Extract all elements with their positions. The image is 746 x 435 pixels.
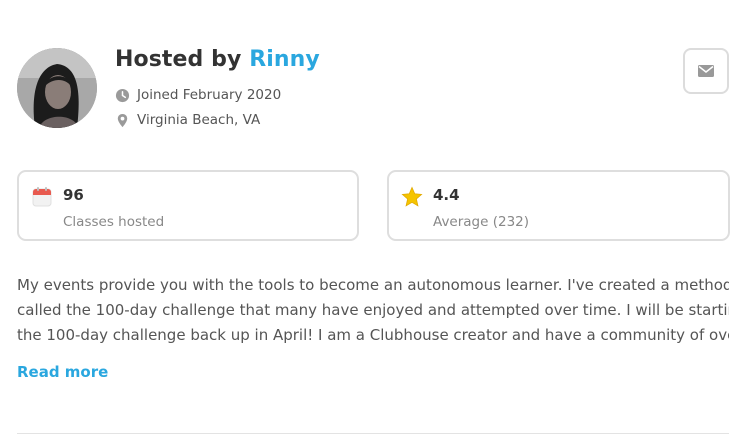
classes-hosted-label: Classes hosted <box>63 214 165 230</box>
host-title: Hosted by Rinny <box>115 47 320 72</box>
section-divider <box>17 433 729 434</box>
mail-icon <box>698 62 714 81</box>
classes-hosted-value: 96 <box>63 186 84 204</box>
joined-row: Joined February 2020 <box>115 87 281 103</box>
host-title-prefix: Hosted by <box>115 47 250 72</box>
avatar[interactable] <box>17 48 97 128</box>
calendar-icon <box>31 186 53 208</box>
rating-value: 4.4 <box>433 186 460 204</box>
star-icon <box>401 186 423 208</box>
host-bio: My events provide you with the tools to … <box>17 273 729 348</box>
bio-line: the 100-day challenge back up in April! … <box>17 326 729 344</box>
host-name-link[interactable]: Rinny <box>249 47 320 72</box>
bio-line: My events provide you with the tools to … <box>17 276 729 294</box>
read-more-link[interactable]: Read more <box>17 363 108 381</box>
map-pin-icon <box>115 113 130 128</box>
message-host-button[interactable] <box>683 48 729 94</box>
location-text: Virginia Beach, VA <box>137 112 261 128</box>
rating-card: 4.4 Average (232) <box>387 170 730 241</box>
bio-line: called the 100-day challenge that many h… <box>17 301 729 319</box>
classes-hosted-card: 96 Classes hosted <box>17 170 359 241</box>
rating-label: Average (232) <box>433 214 530 230</box>
joined-text: Joined February 2020 <box>137 87 282 103</box>
clock-icon <box>115 88 130 103</box>
location-row: Virginia Beach, VA <box>115 112 260 128</box>
avatar-photo <box>17 48 97 128</box>
